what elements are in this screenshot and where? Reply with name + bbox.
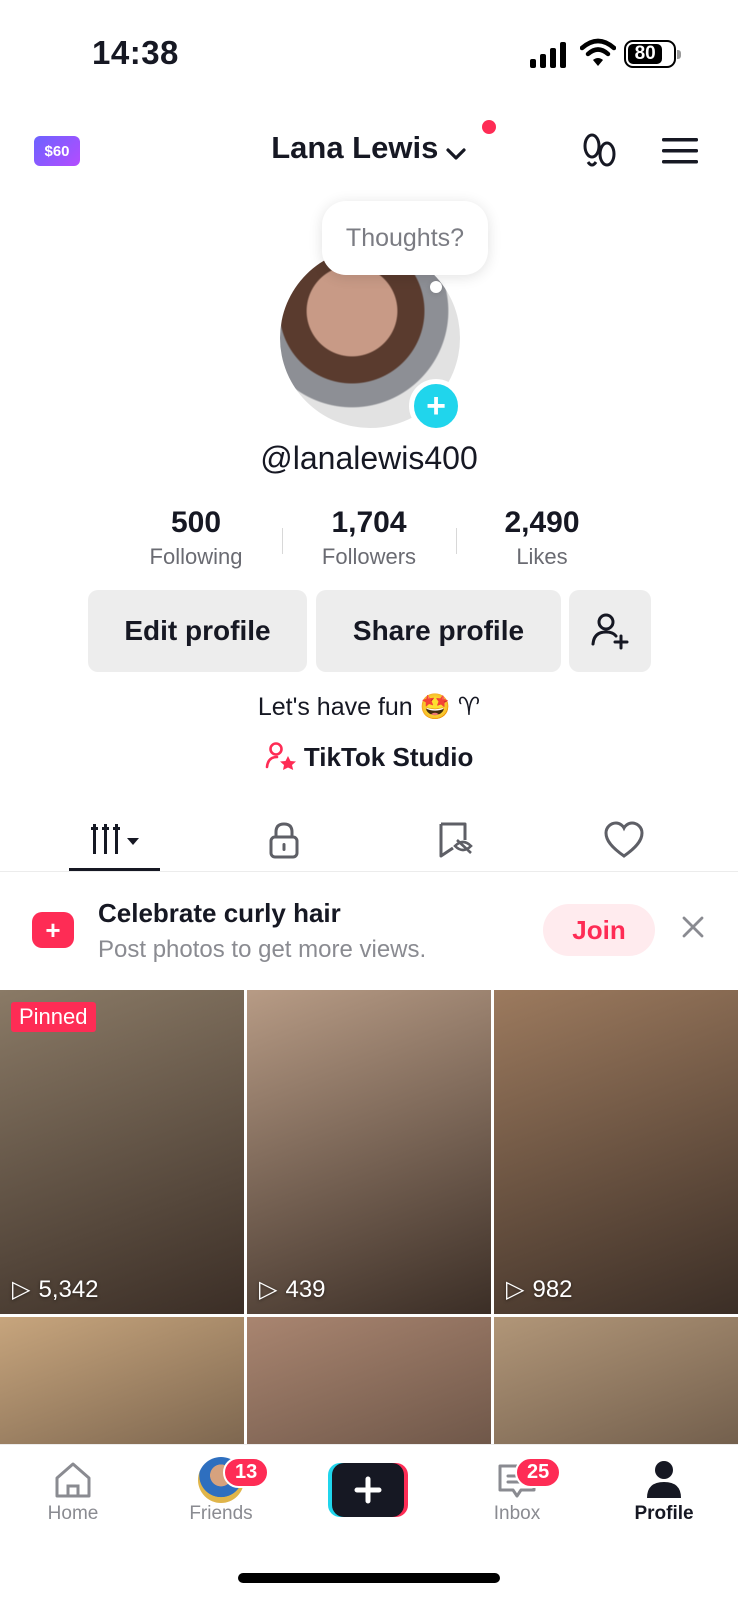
tab-private[interactable]	[239, 808, 329, 872]
videos-grid-icon	[91, 824, 139, 854]
studio-label: TikTok Studio	[303, 742, 474, 772]
stat-value: 1,704	[331, 506, 407, 539]
content-tabs	[0, 808, 738, 872]
join-button[interactable]: Join	[543, 904, 655, 956]
friends-badge: 13	[223, 1457, 270, 1488]
home-indicator	[238, 1573, 500, 1583]
nav-profile-label: Profile	[634, 1503, 694, 1524]
close-icon[interactable]	[680, 914, 706, 940]
stat-likes[interactable]: 2,490 Likes	[462, 506, 622, 570]
hamburger-menu-icon[interactable]	[662, 136, 698, 166]
nav-inbox-label: Inbox	[493, 1503, 541, 1524]
tiktok-studio-link[interactable]: TikTok Studio	[0, 741, 738, 773]
profile-bio: Let's have fun 🤩 ♈	[257, 693, 481, 721]
home-icon	[55, 1462, 91, 1498]
tab-videos[interactable]	[70, 808, 160, 872]
edit-profile-button[interactable]: Edit profile	[88, 590, 307, 672]
nav-home-label: Home	[47, 1503, 99, 1524]
add-photo-icon: +	[32, 912, 74, 948]
add-user-icon	[591, 613, 629, 650]
heart-icon	[604, 821, 644, 858]
stat-label: Followers	[321, 544, 417, 569]
profile-name-title: Lana Lewis	[271, 130, 439, 165]
play-icon: ▷	[259, 1276, 278, 1303]
video-grid: Pinned ▷ 5,342 ▷ 439 ▷ 982	[0, 990, 738, 1600]
nav-friends[interactable]: Friends 13	[171, 1457, 271, 1525]
view-count: ▷ 5,342	[12, 1275, 99, 1304]
stat-divider	[282, 528, 283, 554]
create-button[interactable]	[328, 1463, 408, 1517]
tab-reposts[interactable]	[410, 808, 500, 872]
create-plus-icon	[328, 1463, 408, 1517]
stat-value: 2,490	[504, 506, 580, 539]
bubble-tail	[430, 281, 442, 293]
view-count: ▷ 439	[259, 1275, 326, 1304]
stat-divider	[456, 528, 457, 554]
promo-banner: + Celebrate curly hair Post photos to ge…	[0, 874, 738, 986]
view-count: ▷ 982	[506, 1275, 573, 1304]
stat-label: Following	[149, 544, 243, 569]
profile-stats: 500 Following 1,704 Followers 2,490 Like…	[0, 506, 738, 576]
stat-value: 500	[170, 506, 222, 539]
promo-title: Celebrate curly hair	[98, 898, 341, 928]
video-thumbnail[interactable]: ▷ 439	[247, 990, 491, 1314]
status-bar: 14:38 80	[0, 0, 738, 110]
stat-followers[interactable]: 1,704 Followers	[289, 506, 449, 570]
bookmark-hidden-icon	[439, 822, 473, 858]
add-friends-button[interactable]	[569, 590, 651, 672]
promo-subtitle: Post photos to get more views.	[98, 936, 427, 963]
nav-profile[interactable]: Profile	[614, 1457, 714, 1525]
studio-user-star-icon	[265, 742, 296, 770]
profile-person-icon	[647, 1461, 681, 1498]
play-icon: ▷	[12, 1276, 31, 1303]
video-thumbnail[interactable]: ▷ 982	[494, 990, 738, 1314]
thoughts-bubble[interactable]: Thoughts?	[322, 201, 488, 275]
add-story-plus-icon[interactable]: +	[409, 379, 463, 433]
footprints-icon[interactable]	[580, 132, 620, 172]
stat-label: Likes	[516, 544, 568, 569]
account-switcher[interactable]: Lana Lewis	[0, 130, 738, 166]
profile-header: $60 Lana Lewis	[0, 120, 738, 184]
battery-indicator: 80	[624, 40, 681, 68]
chevron-down-icon	[446, 148, 466, 160]
nav-home[interactable]: Home	[23, 1457, 123, 1525]
nav-friends-label: Friends	[189, 1503, 253, 1524]
stat-following[interactable]: 500 Following	[116, 506, 276, 570]
lock-icon	[269, 822, 299, 859]
cellular-signal-icon	[530, 42, 566, 68]
username: @lanalewis400	[260, 440, 478, 476]
share-profile-button[interactable]: Share profile	[316, 590, 561, 672]
pinned-label: Pinned	[11, 1002, 96, 1032]
active-tab-indicator	[69, 868, 160, 871]
wifi-icon	[580, 38, 616, 66]
play-icon: ▷	[506, 1276, 525, 1303]
inbox-badge: 25	[515, 1457, 562, 1488]
tab-liked[interactable]	[579, 808, 669, 872]
battery-level: 80	[628, 44, 663, 64]
nav-inbox[interactable]: Inbox 25	[467, 1457, 567, 1525]
notification-dot	[482, 120, 496, 134]
video-thumbnail[interactable]: Pinned ▷ 5,342	[0, 990, 244, 1314]
status-time: 14:38	[92, 34, 179, 71]
bottom-navigation: Home Friends 13 Inbox 25 Profile	[0, 1444, 738, 1600]
